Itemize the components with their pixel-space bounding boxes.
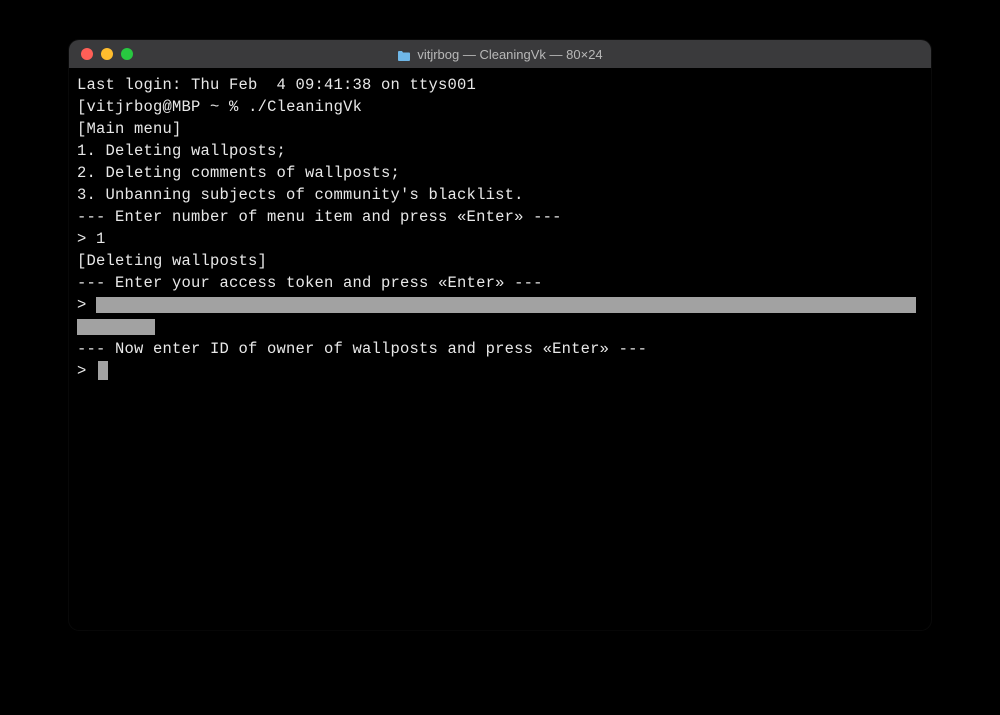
menu-item: 3. Unbanning subjects of community's bla…	[77, 184, 923, 206]
cursor-icon	[98, 361, 108, 380]
user-input-menu: > 1	[77, 228, 923, 250]
minimize-icon[interactable]	[101, 48, 113, 60]
close-icon[interactable]	[81, 48, 93, 60]
title-bar: vitjrbog — CleaningVk — 80×24	[69, 40, 931, 68]
redacted-continuation	[77, 316, 923, 338]
user-input-owner: >	[77, 360, 923, 382]
prompt-enter-owner: --- Now enter ID of owner of wallposts a…	[77, 338, 923, 360]
command-text: ./CleaningVk	[248, 98, 362, 116]
redacted-token	[96, 297, 916, 313]
menu-item: 2. Deleting comments of wallposts;	[77, 162, 923, 184]
prompt-line: [vitjrbog@MBP ~ % ./CleaningVk	[77, 96, 923, 118]
prompt-enter-menu: --- Enter number of menu item and press …	[77, 206, 923, 228]
folder-icon	[397, 49, 411, 60]
terminal-body[interactable]: Last login: Thu Feb 4 09:41:38 on ttys00…	[69, 68, 931, 630]
terminal-window: vitjrbog — CleaningVk — 80×24 Last login…	[69, 40, 931, 630]
maximize-icon[interactable]	[121, 48, 133, 60]
traffic-lights	[69, 48, 133, 60]
deleting-wallposts-header: [Deleting wallposts]	[77, 250, 923, 272]
prompt-enter-token: --- Enter your access token and press «E…	[77, 272, 923, 294]
window-title: vitjrbog — CleaningVk — 80×24	[69, 47, 931, 62]
main-menu-header: [Main menu]	[77, 118, 923, 140]
window-title-text: vitjrbog — CleaningVk — 80×24	[417, 47, 602, 62]
redacted-token-2	[77, 319, 155, 335]
menu-item: 1. Deleting wallposts;	[77, 140, 923, 162]
user-input-token: >	[77, 294, 923, 316]
last-login-line: Last login: Thu Feb 4 09:41:38 on ttys00…	[77, 74, 923, 96]
